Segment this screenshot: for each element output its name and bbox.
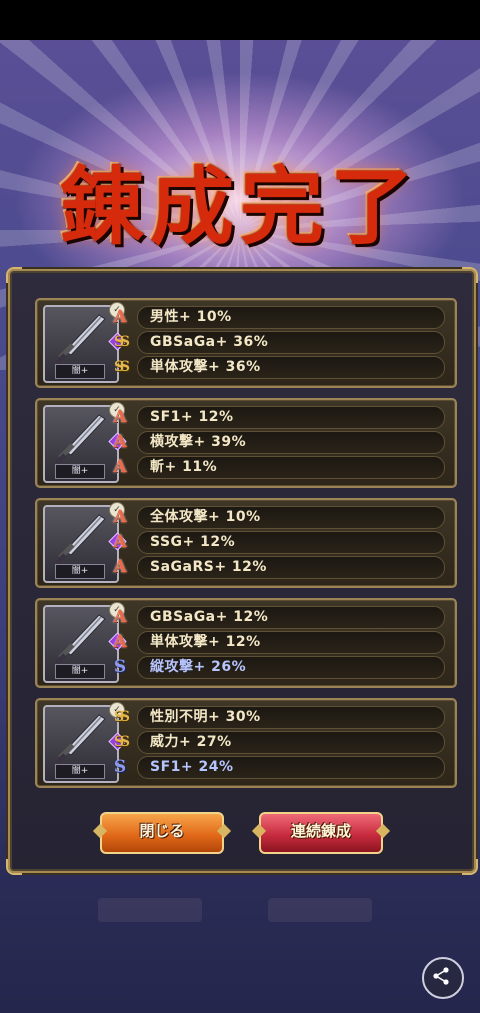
- weapon-element-tag: 闇+: [55, 364, 105, 379]
- ability-text: 縦攻撃+ 26%: [150, 659, 247, 675]
- ability-row: A SSG+ 12%: [113, 531, 445, 554]
- result-panel: 闇+ ✓ A 男性+ 10% SS GBSaGa+ 36% SS 単体攻撃+ 3…: [6, 267, 478, 875]
- panel-corner: [6, 859, 22, 875]
- background-button-shadow: [98, 898, 202, 922]
- ability-row: A 全体攻撃+ 10%: [113, 506, 445, 529]
- ability-text: GBSaGa+ 12%: [150, 609, 269, 625]
- weapon-thumbnail[interactable]: 闇+: [43, 305, 119, 383]
- ability-row: A SF1+ 12%: [113, 406, 445, 429]
- ability-text: SF1+ 24%: [150, 759, 234, 775]
- refine-result-card[interactable]: 闇+ ✓ A SF1+ 12% A 横攻撃+ 39% A 斬+ 11%: [35, 398, 457, 488]
- panel-corner: [6, 267, 22, 283]
- ability-text: 全体攻撃+ 10%: [150, 509, 261, 525]
- rank-a-icon: A: [113, 307, 127, 327]
- ability-text: SSG+ 12%: [150, 534, 236, 550]
- ability-row: A 斬+ 11%: [113, 456, 445, 479]
- result-title: 錬成完了: [59, 157, 420, 256]
- refine-result-card[interactable]: 闇+ ✓ SS 性別不明+ 30% SS 威力+ 27% S SF1+ 24%: [35, 698, 457, 788]
- refine-result-card[interactable]: 闇+ ✓ A 全体攻撃+ 10% A SSG+ 12% A SaGaRS+ 12…: [35, 498, 457, 588]
- sword-icon: [55, 514, 106, 565]
- weapon-thumbnail[interactable]: 闇+: [43, 705, 119, 783]
- refine-result-card[interactable]: 闇+ ✓ A 男性+ 10% SS GBSaGa+ 36% SS 単体攻撃+ 3…: [35, 298, 457, 388]
- refine-result-card[interactable]: 闇+ ✓ A GBSaGa+ 12% A 単体攻撃+ 12% S 縦攻撃+ 26…: [35, 598, 457, 688]
- ability-text: 単体攻撃+ 12%: [150, 634, 261, 650]
- rank-a-icon: A: [113, 507, 127, 527]
- ability-text: 斬+ 11%: [150, 459, 218, 475]
- rank-ss-icon: SS: [114, 334, 130, 350]
- rank-a-icon: A: [113, 457, 127, 477]
- close-button[interactable]: 閉じる: [100, 812, 224, 854]
- ability-text: GBSaGa+ 36%: [150, 334, 269, 350]
- ability-text: SF1+ 12%: [150, 409, 234, 425]
- ability-row: SS 単体攻撃+ 36%: [114, 356, 445, 379]
- rank-a-icon: A: [113, 632, 127, 652]
- rank-a-icon: A: [113, 532, 127, 552]
- ability-row: SS GBSaGa+ 36%: [114, 331, 445, 354]
- panel-corner: [462, 267, 478, 283]
- rank-a-icon: A: [113, 557, 127, 577]
- weapon-thumbnail[interactable]: 闇+: [43, 505, 119, 583]
- ability-text: 単体攻撃+ 36%: [150, 359, 261, 375]
- rank-ss-icon: SS: [114, 734, 130, 750]
- ability-row: SS 性別不明+ 30%: [114, 706, 445, 729]
- sword-icon: [55, 414, 106, 465]
- ability-text: SaGaRS+ 12%: [150, 559, 267, 575]
- sword-icon: [55, 314, 106, 365]
- sword-icon: [55, 614, 106, 665]
- share-icon: [433, 967, 449, 985]
- ability-text: 男性+ 10%: [150, 309, 232, 325]
- ability-text: 威力+ 27%: [150, 734, 232, 750]
- sword-icon: [55, 714, 106, 765]
- ability-row: A SaGaRS+ 12%: [113, 556, 445, 579]
- rank-ss-icon: SS: [114, 359, 130, 375]
- ability-row: A 横攻撃+ 39%: [113, 431, 445, 454]
- rank-a-icon: A: [113, 607, 127, 627]
- weapon-element-tag: 闇+: [55, 464, 105, 479]
- ability-row: A 単体攻撃+ 12%: [113, 631, 445, 654]
- weapon-element-tag: 闇+: [55, 764, 105, 779]
- rank-a-icon: A: [113, 432, 127, 452]
- ability-row: SS 威力+ 27%: [114, 731, 445, 754]
- panel-corner: [462, 859, 478, 875]
- background-button-shadow: [268, 898, 372, 922]
- status-bar: [0, 0, 480, 40]
- rank-s-icon: S: [113, 657, 127, 677]
- weapon-thumbnail[interactable]: 闇+: [43, 405, 119, 483]
- weapon-element-tag: 闇+: [55, 564, 105, 579]
- ability-text: 横攻撃+ 39%: [150, 434, 247, 450]
- share-button[interactable]: [422, 957, 464, 999]
- ability-row: A 男性+ 10%: [113, 306, 445, 329]
- weapon-element-tag: 闇+: [55, 664, 105, 679]
- ability-row: S 縦攻撃+ 26%: [114, 656, 445, 679]
- weapon-thumbnail[interactable]: 闇+: [43, 605, 119, 683]
- ability-row: S SF1+ 24%: [114, 756, 445, 779]
- rank-s-icon: S: [113, 757, 127, 777]
- rank-ss-icon: SS: [114, 709, 130, 725]
- rank-a-icon: A: [113, 407, 127, 427]
- ability-row: A GBSaGa+ 12%: [113, 606, 445, 629]
- continue-refine-button[interactable]: 連続錬成: [259, 812, 383, 854]
- ability-text: 性別不明+ 30%: [150, 709, 261, 725]
- game-scene: 錬成完了 闇+ ✓ A 男性+ 10% SS GBSaGa+ 36% SS 単体…: [0, 40, 480, 1013]
